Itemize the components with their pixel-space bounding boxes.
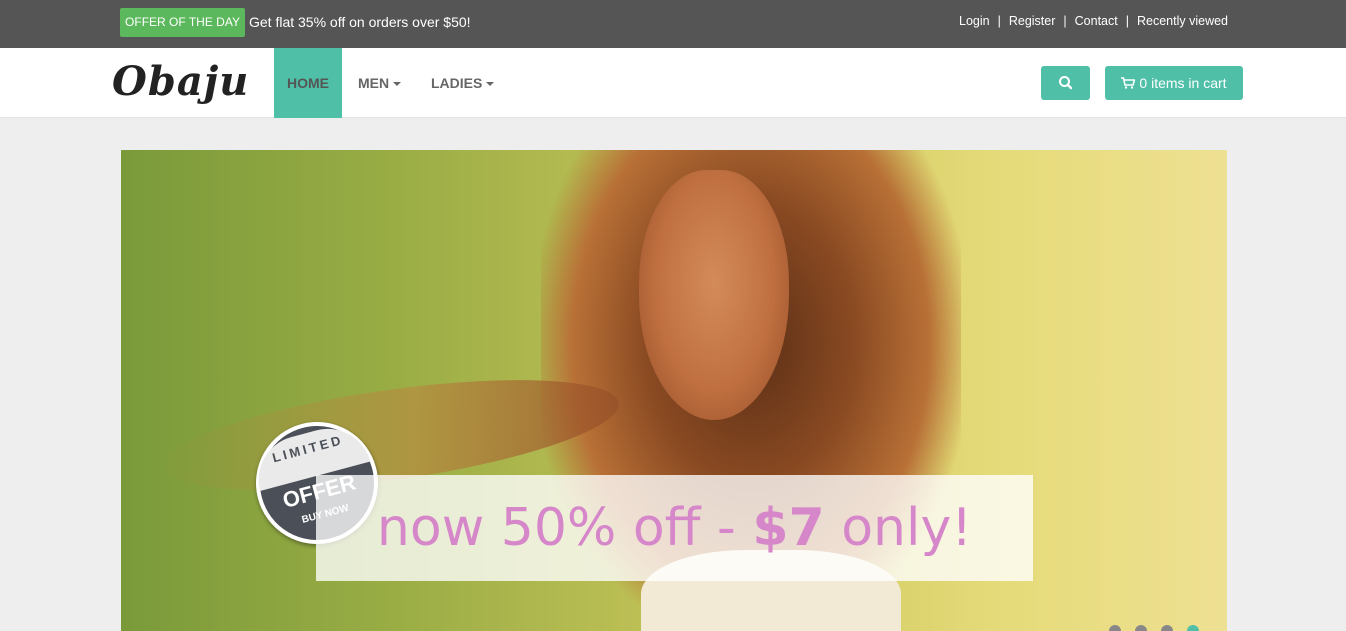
- nav-item-label: LADIES: [431, 75, 483, 91]
- slider-dot[interactable]: [1109, 625, 1121, 631]
- slider-dot-active[interactable]: [1187, 625, 1199, 631]
- slider-dots: [1109, 625, 1213, 631]
- slider-dot[interactable]: [1135, 625, 1147, 631]
- contact-link[interactable]: Contact: [1075, 13, 1118, 29]
- recently-viewed-link[interactable]: Recently viewed: [1137, 13, 1228, 29]
- offer-text: Get flat 35% off on orders over $50!: [249, 14, 471, 30]
- caret-down-icon: [393, 82, 402, 87]
- top-bar: OFFER OF THE DAY Get flat 35% off on ord…: [0, 0, 1346, 48]
- cart-button[interactable]: 0 items in cart: [1105, 66, 1243, 100]
- logo[interactable]: Obaju: [112, 58, 249, 105]
- caret-down-icon: [486, 82, 495, 87]
- nav-item-label: HOME: [287, 75, 329, 91]
- promo-price: $7: [752, 498, 825, 558]
- top-links: Login | Register | Contact | Recently vi…: [959, 13, 1228, 29]
- promo-prefix: now 50% off -: [376, 498, 753, 558]
- hero-slider[interactable]: LIMITED OFFER BUY NOW now 50% off - $7 o…: [121, 150, 1227, 631]
- search-icon: [1059, 76, 1073, 90]
- hero-photo-face: [639, 170, 789, 420]
- register-link[interactable]: Register: [1009, 13, 1056, 29]
- nav-item-men[interactable]: MEN: [358, 48, 402, 118]
- main-navbar: Obaju HOME MEN LADIES 0 items in cart: [0, 48, 1346, 118]
- login-link[interactable]: Login: [959, 13, 990, 29]
- slider-dot[interactable]: [1161, 625, 1173, 631]
- promo-banner: now 50% off - $7 only!: [316, 475, 1033, 581]
- nav-item-label: MEN: [358, 75, 390, 91]
- nav-item-home[interactable]: HOME: [274, 48, 342, 118]
- offer-of-the-day-badge[interactable]: OFFER OF THE DAY: [120, 8, 245, 37]
- shopping-cart-icon: [1121, 77, 1136, 89]
- promo-suffix: only!: [824, 498, 973, 558]
- nav-item-ladies[interactable]: LADIES: [431, 48, 495, 118]
- cart-label: 0 items in cart: [1139, 75, 1227, 91]
- search-button[interactable]: [1041, 66, 1090, 100]
